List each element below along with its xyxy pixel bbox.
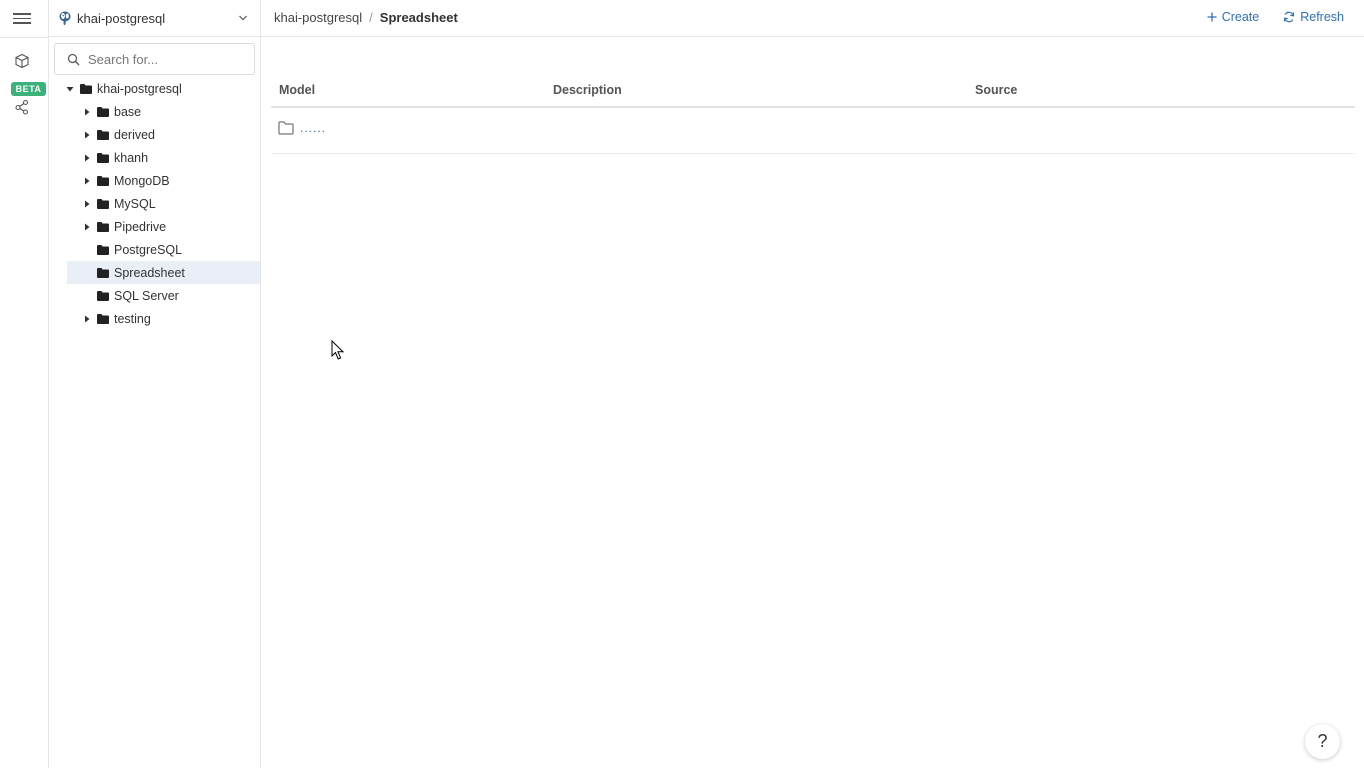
tree-node-label: SQL Server xyxy=(114,288,179,303)
refresh-button[interactable]: Refresh xyxy=(1283,10,1344,24)
tree-node-label: Spreadsheet xyxy=(114,265,185,280)
folder-icon xyxy=(97,290,109,301)
folder-icon xyxy=(97,313,109,324)
tree-node-label: MongoDB xyxy=(114,173,170,188)
hamburger-menu-icon[interactable] xyxy=(13,10,31,26)
folder-icon xyxy=(97,152,109,163)
caret-right-icon[interactable] xyxy=(83,177,91,185)
tree-node-mysql[interactable]: MySQL xyxy=(49,192,260,215)
tree-node-base[interactable]: base xyxy=(49,100,260,123)
tree-node-label: khanh xyxy=(114,150,149,165)
column-header-source[interactable]: Source xyxy=(975,83,1017,97)
caret-right-icon[interactable] xyxy=(83,108,91,116)
folder-icon xyxy=(97,244,109,255)
folder-icon xyxy=(97,129,109,140)
breadcrumb-current: Spreadsheet xyxy=(379,10,458,25)
left-rail: BETA xyxy=(0,0,49,768)
folder-outline-icon xyxy=(278,121,294,135)
create-button[interactable]: Create xyxy=(1207,10,1260,24)
folder-icon xyxy=(97,175,109,186)
postgresql-elephant-icon xyxy=(59,11,71,25)
row-model-name-link[interactable]: ...... xyxy=(300,121,326,135)
tree-node-label: Pipedrive xyxy=(114,219,167,234)
caret-right-icon[interactable] xyxy=(83,200,91,208)
datasource-name: khai-postgresql xyxy=(77,10,166,26)
top-header: khai-postgresql / Spreadsheet Create Ref… xyxy=(261,0,1364,37)
tree-node-derived[interactable]: derived xyxy=(49,123,260,146)
caret-down-icon[interactable] xyxy=(66,85,74,93)
models-table: Model Description Source ...... xyxy=(271,79,1355,154)
tree-node-label: testing xyxy=(114,311,151,326)
cube-icon[interactable] xyxy=(14,53,30,69)
create-button-label: Create xyxy=(1221,10,1260,24)
tree-node-label: MySQL xyxy=(114,196,156,211)
column-header-model[interactable]: Model xyxy=(279,83,315,97)
folder-icon xyxy=(80,83,92,94)
chevron-down-icon xyxy=(239,15,247,21)
tree-node-spreadsheet[interactable]: Spreadsheet xyxy=(67,261,260,284)
breadcrumb: khai-postgresql / Spreadsheet xyxy=(274,10,458,25)
tree-node-mongodb[interactable]: MongoDB xyxy=(49,169,260,192)
refresh-icon xyxy=(1284,11,1295,23)
folder-icon xyxy=(97,267,109,278)
tree-node-label: derived xyxy=(114,127,155,142)
caret-right-icon[interactable] xyxy=(83,154,91,162)
table-header: Model Description Source xyxy=(271,79,1355,108)
rail-divider xyxy=(0,37,48,38)
sidebar: khai-postgresql khai-postgresql base d xyxy=(49,0,261,768)
beta-badge: BETA xyxy=(11,82,46,96)
folder-icon xyxy=(97,106,109,117)
help-button[interactable]: ? xyxy=(1305,724,1340,759)
search-icon xyxy=(67,53,80,65)
caret-right-icon[interactable] xyxy=(83,223,91,231)
refresh-button-label: Refresh xyxy=(1300,10,1344,24)
column-header-description[interactable]: Description xyxy=(553,83,622,97)
mouse-cursor-icon xyxy=(331,340,345,360)
tree-node-postgresql[interactable]: PostgreSQL xyxy=(49,238,260,261)
tree-node-sql-server[interactable]: SQL Server xyxy=(49,284,260,307)
plus-icon xyxy=(1207,12,1217,22)
tree-node-label: PostgreSQL xyxy=(114,242,183,257)
search-box xyxy=(54,43,255,75)
header-actions: Create Refresh xyxy=(1183,10,1344,24)
tree-node-label: khai-postgresql xyxy=(97,81,182,96)
tree-node-root[interactable]: khai-postgresql xyxy=(49,77,260,100)
tree-node-label: base xyxy=(114,104,142,119)
table-row[interactable]: ...... xyxy=(271,108,1355,154)
share-nodes-icon[interactable] xyxy=(14,99,30,115)
tree-node-khanh[interactable]: khanh xyxy=(49,146,260,169)
datasource-selector[interactable]: khai-postgresql xyxy=(49,0,260,37)
tree-node-pipedrive[interactable]: Pipedrive xyxy=(49,215,260,238)
tree-node-testing[interactable]: testing xyxy=(49,307,260,330)
breadcrumb-separator: / xyxy=(369,10,373,25)
caret-right-icon[interactable] xyxy=(83,131,91,139)
folder-icon xyxy=(97,198,109,209)
search-input[interactable] xyxy=(88,51,248,67)
breadcrumb-parent-link[interactable]: khai-postgresql xyxy=(274,10,362,25)
caret-right-icon[interactable] xyxy=(83,315,91,323)
folder-icon xyxy=(97,221,109,232)
folder-tree: khai-postgresql base derived khanh Mongo… xyxy=(49,77,260,330)
